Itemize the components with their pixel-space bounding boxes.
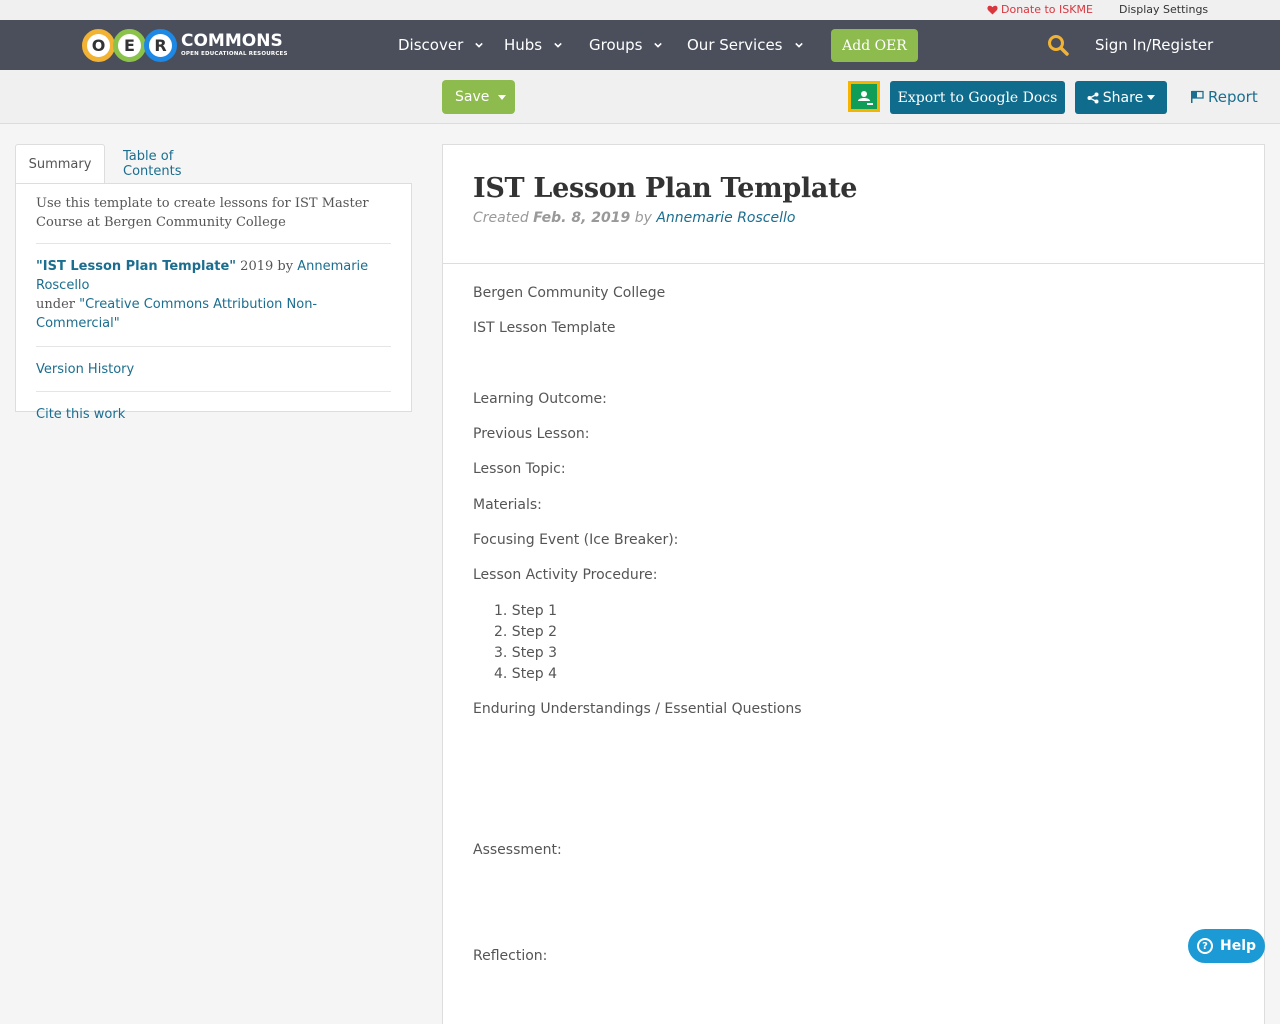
donate-link[interactable]: Donate to ISKME [987, 3, 1093, 16]
share-icon [1087, 92, 1099, 103]
chevron-down-icon [654, 42, 663, 48]
sign-in-register-link[interactable]: Sign In/Register [1095, 36, 1213, 54]
body-paragraph: IST Lesson Template [473, 320, 616, 336]
author-link[interactable]: Annemarie Roscello [656, 210, 795, 226]
created-meta: Created Feb. 8, 2019 by Annemarie Roscel… [473, 210, 1234, 226]
chevron-down-icon [554, 42, 562, 48]
list-item: 3. Step 3 [494, 645, 558, 661]
body-paragraph: Previous Lesson: [473, 426, 590, 442]
tab-summary[interactable]: Summary [15, 144, 105, 184]
logo-tagline: OPEN EDUCATIONAL RESOURCES [181, 50, 288, 57]
logo-name: COMMONS [181, 30, 283, 51]
display-settings-link[interactable]: Display Settings [1119, 3, 1208, 16]
body-paragraph: Bergen Community College [473, 285, 666, 301]
share-button[interactable]: Share [1075, 81, 1167, 114]
list-item: 1. Step 1 [494, 603, 558, 619]
logo-letter-e: E [113, 28, 146, 62]
oer-commons-logo[interactable]: O E R COMMONS OPEN EDUCATIONAL RESOURCES [82, 25, 288, 65]
export-to-google-docs-button[interactable]: Export to Google Docs [890, 81, 1065, 114]
report-label: Report [1208, 88, 1258, 106]
by-label: by [630, 210, 657, 226]
main-navbar: O E R COMMONS OPEN EDUCATIONAL RESOURCES… [0, 20, 1280, 70]
logo-letter-r: R [144, 28, 177, 62]
logo-letter-o: O [82, 28, 115, 62]
body-paragraph: Lesson Activity Procedure: [473, 567, 658, 583]
version-history-link[interactable]: Version History [36, 347, 391, 392]
list-item: 2. Step 2 [494, 624, 558, 640]
nav-groups[interactable]: Groups [589, 36, 663, 54]
license-under: under [36, 297, 80, 312]
resource-summary: Use this template to create lessons for … [36, 184, 391, 244]
body-paragraph: Lesson Topic: [473, 461, 566, 477]
nav-our-services-label: Our Services [687, 36, 783, 54]
created-label: Created [473, 210, 534, 226]
created-date: Feb. 8, 2019 [533, 210, 631, 226]
donate-label: Donate to ISKME [1001, 3, 1093, 16]
body-paragraph: Materials: [473, 497, 542, 513]
help-button[interactable]: ? Help [1188, 929, 1265, 963]
chevron-down-icon [794, 42, 803, 48]
body-paragraph: Enduring Understandings / Essential Ques… [473, 701, 802, 717]
license-year: 2019 by [236, 259, 298, 274]
logo-text: COMMONS OPEN EDUCATIONAL RESOURCES [181, 30, 288, 58]
help-label: Help [1220, 938, 1257, 954]
tab-table-of-contents[interactable]: Table of Contents [123, 144, 231, 184]
search-icon[interactable] [1047, 34, 1069, 56]
resource-toolbar: Save Export to Google Docs Share Report [0, 70, 1280, 124]
page-title: IST Lesson Plan Template [473, 173, 858, 204]
caret-down-icon [498, 94, 507, 100]
license-attribution: "IST Lesson Plan Template" 2019 by Annem… [36, 244, 391, 347]
body-paragraph: Reflection: [473, 948, 548, 964]
report-link[interactable]: Report [1190, 88, 1258, 106]
nav-our-services[interactable]: Our Services [687, 36, 803, 54]
license-name-link[interactable]: "Creative Commons Attribution Non-Commer… [36, 297, 317, 331]
chevron-down-icon [475, 42, 484, 48]
save-button[interactable]: Save [442, 80, 515, 114]
list-item: 4. Step 4 [494, 666, 558, 682]
nav-groups-label: Groups [589, 36, 643, 54]
summary-panel: Use this template to create lessons for … [15, 183, 412, 422]
body-paragraph: Focusing Event (Ice Breaker): [473, 532, 679, 548]
license-resource-title-link[interactable]: "IST Lesson Plan Template" [36, 259, 236, 274]
add-oer-button[interactable]: Add OER [831, 29, 918, 62]
save-label: Save [455, 89, 490, 105]
body-paragraph: Assessment: [473, 842, 562, 858]
question-icon: ? [1197, 938, 1213, 954]
cite-this-work-link[interactable]: Cite this work [36, 392, 391, 436]
body-paragraph: Learning Outcome: [473, 391, 607, 407]
nav-hubs[interactable]: Hubs [504, 36, 562, 54]
caret-down-icon [1147, 95, 1156, 100]
nav-hubs-label: Hubs [504, 36, 543, 54]
top-strip: Donate to ISKME Display Settings [0, 0, 1280, 20]
resource-content: IST Lesson Plan Template Created Feb. 8,… [442, 144, 1265, 1024]
heart-icon [987, 5, 998, 15]
procedure-steps-list: 1. Step 1 2. Step 2 3. Step 3 4. Step 4 [494, 601, 557, 685]
lesson-body: Bergen Community College IST Lesson Temp… [443, 264, 1264, 964]
nav-discover-label: Discover [398, 36, 464, 54]
share-label: Share [1102, 89, 1144, 106]
google-classroom-icon[interactable] [848, 81, 880, 112]
nav-discover[interactable]: Discover [398, 36, 484, 54]
resource-header: IST Lesson Plan Template Created Feb. 8,… [443, 145, 1264, 264]
flag-icon [1191, 90, 1204, 103]
